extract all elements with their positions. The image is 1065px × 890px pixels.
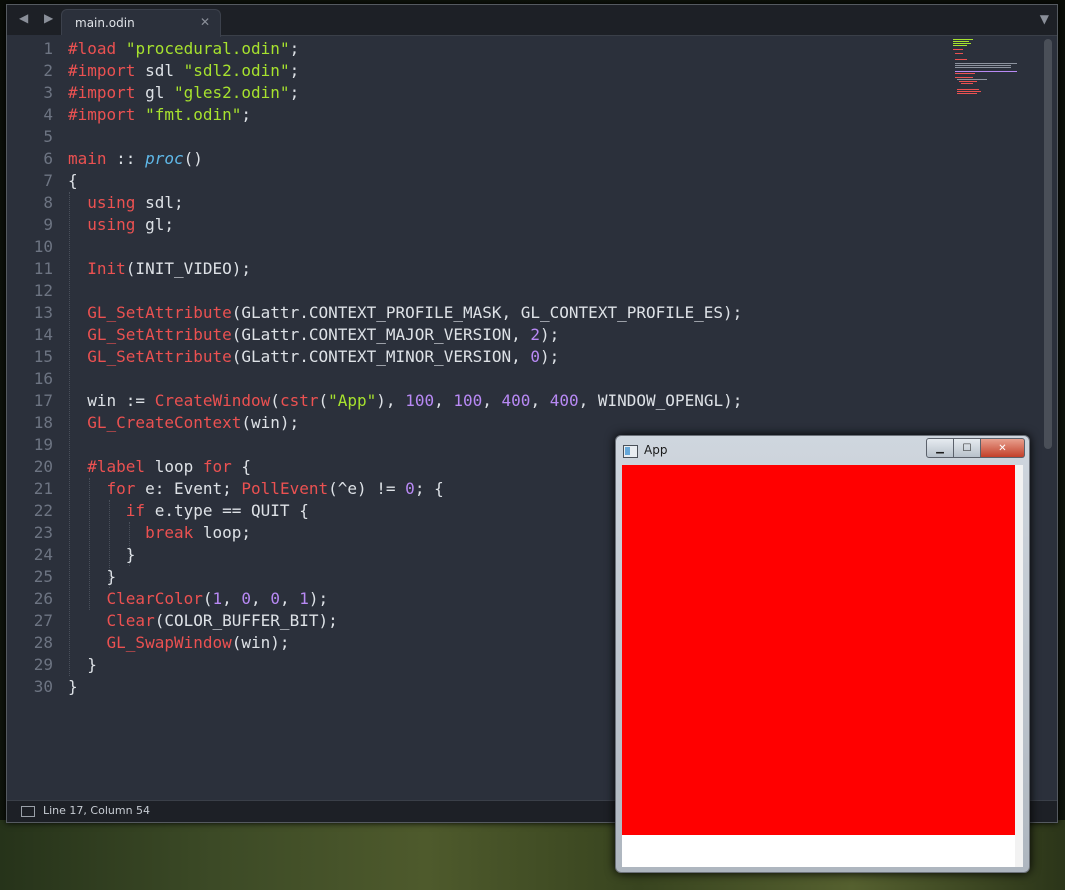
code-line: } — [68, 567, 117, 586]
line-number: 9 — [43, 215, 53, 234]
line-number: 20 — [33, 457, 53, 476]
line-number: 28 — [33, 633, 53, 652]
minimap-line — [955, 77, 973, 78]
line-number: 17 — [33, 391, 53, 410]
line-number: 3 — [43, 83, 53, 102]
code-line: Init(INIT_VIDEO); — [87, 259, 252, 278]
app-titlebar[interactable]: App ▁ ☐ ✕ — [616, 436, 1029, 464]
code-line: win := CreateWindow(cstr("App"), 100, 10… — [68, 391, 743, 410]
minimap-line — [959, 81, 977, 82]
minimap-line — [957, 89, 979, 90]
line-number: 12 — [33, 281, 53, 300]
code-line: ClearColor(1, 0, 0, 1); — [106, 589, 329, 608]
tab-nav-arrows[interactable]: ◀ ▶ — [19, 11, 59, 25]
line-number: 24 — [33, 545, 53, 564]
line-number: 5 — [43, 127, 53, 146]
minimap-line — [953, 45, 967, 46]
close-button[interactable]: ✕ — [981, 438, 1025, 458]
line-number: 10 — [33, 237, 53, 256]
code-line: } — [68, 677, 78, 696]
line-number: 2 — [43, 61, 53, 80]
line-number: 11 — [33, 259, 53, 278]
code-line: Clear(COLOR_BUFFER_BIT); — [106, 611, 338, 630]
code-line: GL_SetAttribute(GLattr.CONTEXT_MAJOR_VER… — [87, 325, 560, 344]
tab-main-odin[interactable]: main.odin ✕ — [61, 9, 221, 37]
close-icon[interactable]: ✕ — [200, 15, 210, 29]
minimap-line — [953, 49, 963, 50]
line-number: 29 — [33, 655, 53, 674]
minimap-line — [957, 79, 987, 80]
line-number: 7 — [43, 171, 53, 190]
code-line: #import "fmt.odin"; — [68, 105, 252, 124]
line-number: 15 — [33, 347, 53, 366]
line-number: 19 — [33, 435, 53, 454]
cursor-position: Line 17, Column 54 — [43, 804, 151, 817]
line-number: 25 — [33, 567, 53, 586]
app-window: App ▁ ☐ ✕ — [615, 435, 1030, 873]
line-number: 23 — [33, 523, 53, 542]
panel-toggle-icon[interactable] — [21, 806, 35, 817]
code-line: #load "procedural.odin"; — [68, 39, 300, 58]
line-number: 22 — [33, 501, 53, 520]
code-line: main :: proc() — [68, 149, 203, 168]
app-title: App — [644, 443, 668, 457]
line-number: 13 — [33, 303, 53, 322]
app-scrollbar — [1015, 465, 1023, 867]
line-number-gutter: 1 2 3 4 5 6 7 8 9 10 11 12 13 14 15 16 1… — [7, 35, 63, 801]
app-client-area[interactable] — [622, 465, 1023, 867]
window-controls: ▁ ☐ ✕ — [926, 438, 1025, 458]
code-line: GL_SwapWindow(win); — [106, 633, 290, 652]
window-icon — [623, 445, 638, 458]
minimize-button[interactable]: ▁ — [926, 438, 954, 458]
minimap[interactable] — [951, 37, 1017, 107]
minimap-line — [953, 41, 969, 42]
tab-bar: ◀ ▶ main.odin ✕ ▼ — [7, 5, 1057, 37]
code-line: } — [68, 545, 136, 564]
minimap-line — [957, 91, 981, 92]
minimap-line — [953, 43, 971, 44]
minimap-line — [955, 73, 975, 74]
minimap-line — [955, 65, 1011, 66]
line-number: 1 — [43, 39, 53, 58]
code-line: using gl; — [87, 215, 174, 234]
code-line: { — [68, 171, 78, 190]
tab-label: main.odin — [75, 16, 135, 30]
code-line: GL_SetAttribute(GLattr.CONTEXT_MINOR_VER… — [87, 347, 560, 366]
minimap-line — [957, 93, 977, 94]
line-number: 26 — [33, 589, 53, 608]
code-line: using sdl; — [87, 193, 184, 212]
code-line: if e.type == QUIT { — [125, 501, 309, 520]
minimap-line — [955, 59, 967, 60]
line-number: 21 — [33, 479, 53, 498]
code-line: GL_SetAttribute(GLattr.CONTEXT_PROFILE_M… — [87, 303, 743, 322]
code-line: } — [68, 655, 97, 674]
gl-render-surface — [622, 465, 1015, 835]
code-line: #import gl "gles2.odin"; — [68, 83, 300, 102]
line-number: 27 — [33, 611, 53, 630]
minimap-line — [955, 71, 1017, 72]
minimap-line — [955, 53, 963, 54]
line-number: 8 — [43, 193, 53, 212]
code-line: #import sdl "sdl2.odin"; — [68, 61, 300, 80]
minimap-line — [961, 83, 973, 84]
code-line: #label loop for { — [87, 457, 252, 476]
code-line: GL_CreateContext(win); — [87, 413, 300, 432]
maximize-button[interactable]: ☐ — [954, 438, 981, 458]
minimap-line — [953, 39, 973, 40]
vertical-scrollbar[interactable] — [1044, 39, 1052, 449]
line-number: 30 — [33, 677, 53, 696]
minimap-line — [955, 63, 1017, 64]
line-number: 6 — [43, 149, 53, 168]
line-number: 14 — [33, 325, 53, 344]
code-line: for e: Event; PollEvent(^e) != 0; { — [106, 479, 444, 498]
minimap-line — [955, 67, 1011, 68]
line-number: 16 — [33, 369, 53, 388]
line-number: 4 — [43, 105, 53, 124]
chevron-down-icon[interactable]: ▼ — [1040, 12, 1049, 26]
code-line: break loop; — [145, 523, 252, 542]
line-number: 18 — [33, 413, 53, 432]
